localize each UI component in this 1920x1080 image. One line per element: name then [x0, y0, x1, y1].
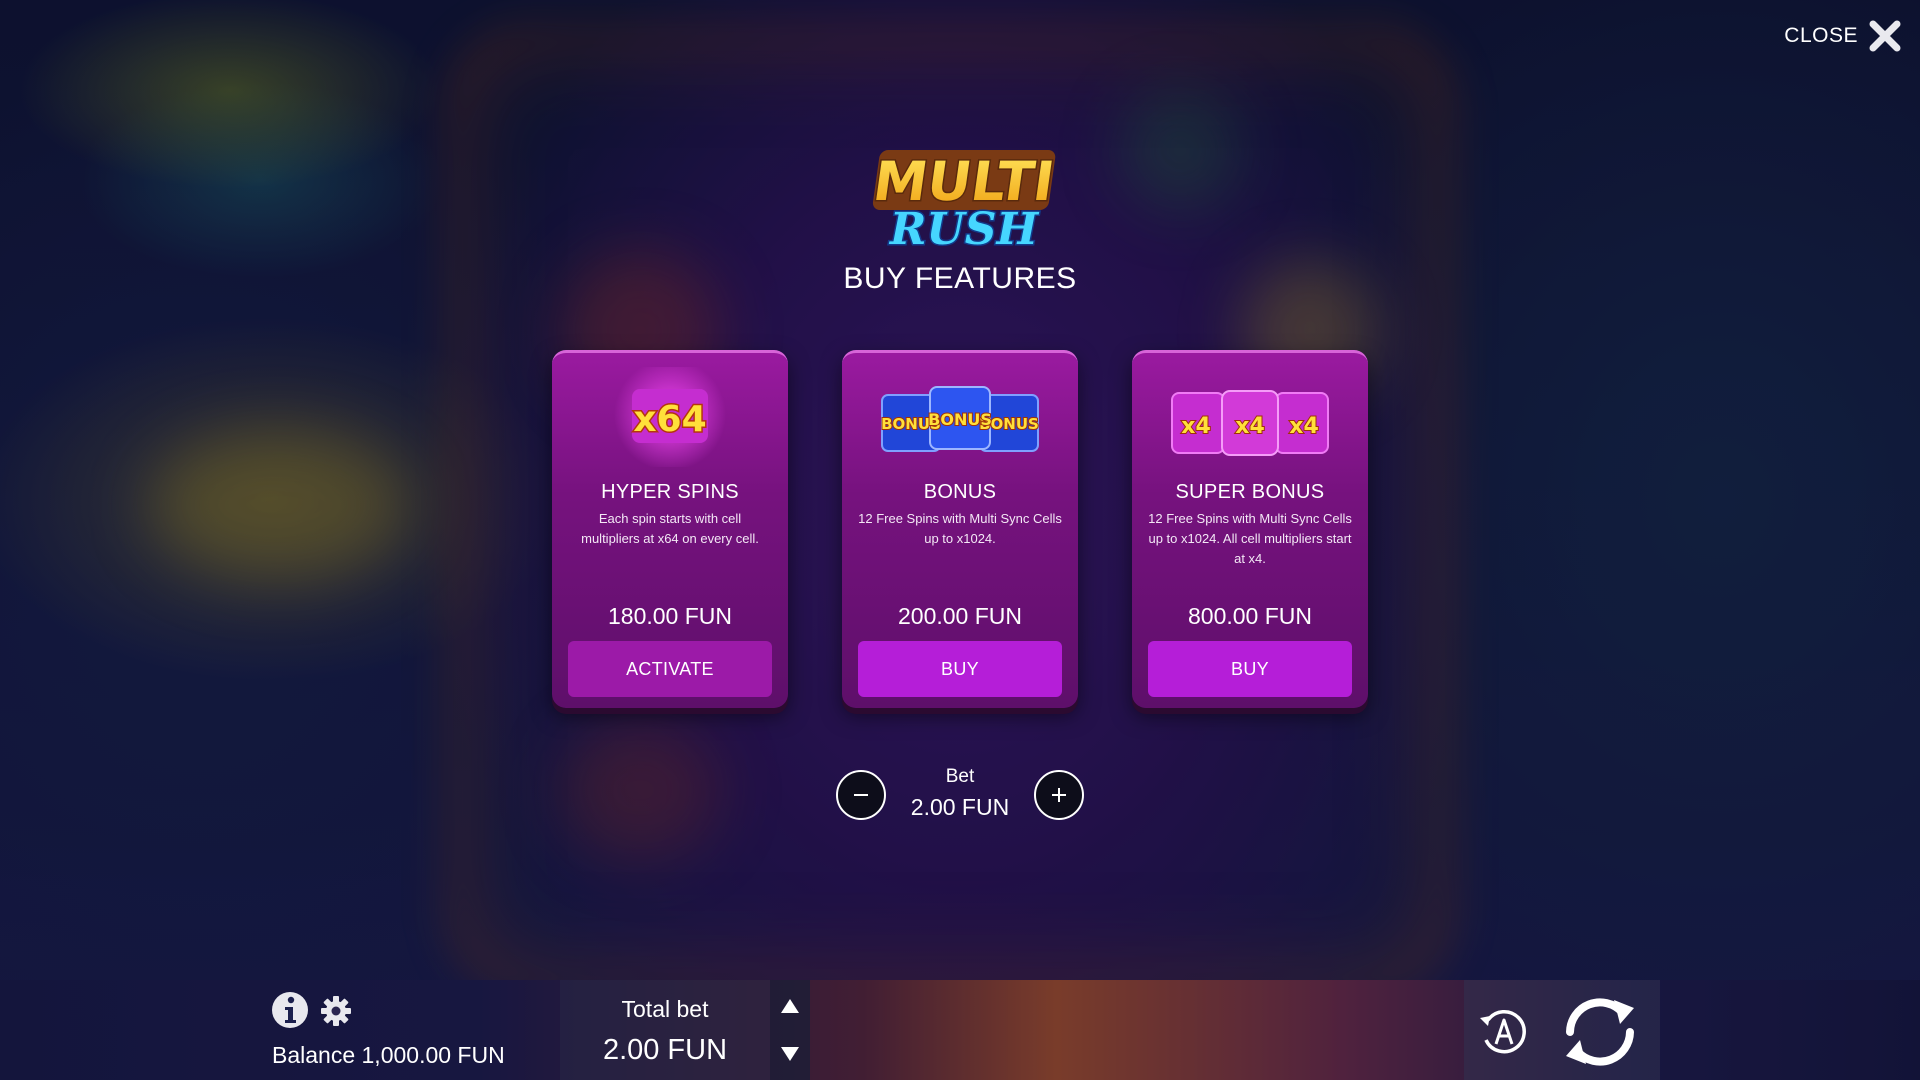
balance-display: Balance 1,000.00 FUN	[272, 1042, 505, 1068]
total-bet-value: 2.00 FUN	[602, 1034, 728, 1066]
total-bet-label: Total bet	[621, 996, 709, 1022]
bet-value: 2.00 FUN	[910, 794, 1010, 820]
feature-price: 180.00 FUN	[607, 603, 732, 629]
close-x-icon	[1869, 20, 1901, 52]
close-button[interactable]: CLOSE	[1784, 18, 1902, 54]
hyper-spins-art: x64	[614, 367, 726, 467]
spin-icon[interactable]	[1556, 988, 1644, 1076]
buy-super-bonus-button[interactable]: BUY	[1148, 641, 1352, 697]
bet-control: Bet 2.00 FUN	[836, 766, 1084, 826]
plus-icon	[1052, 788, 1066, 802]
feature-price: 200.00 FUN	[897, 603, 1022, 629]
total-bet-arrows	[770, 980, 810, 1080]
bonus-art-text: BONUS	[928, 410, 992, 429]
close-label: CLOSE	[1784, 24, 1858, 47]
info-icon[interactable]	[270, 990, 310, 1030]
bet-decrease-button[interactable]	[836, 770, 886, 820]
feature-card-super-bonus: x4 x4 x4 SUPER BONUS 12 Free Spins with …	[1132, 350, 1368, 708]
bonus-art: BONUS BONUS BONUS	[880, 386, 1040, 452]
x4-art-text: x4	[1181, 414, 1211, 439]
game-logo: MULTI RUSH	[868, 149, 1060, 257]
bet-increase-button[interactable]	[1034, 770, 1084, 820]
hyper-spins-art-text: x64	[633, 399, 706, 440]
minus-icon	[854, 794, 868, 796]
feature-card-bonus: BONUS BONUS BONUS BONUS 12 Free Spins wi…	[842, 350, 1078, 708]
feature-description: 12 Free Spins with Multi Sync Cells up t…	[1148, 511, 1352, 566]
x4-art-text: x4	[1235, 414, 1265, 439]
feature-name: BONUS	[923, 481, 997, 503]
logo-line2: RUSH	[888, 204, 1040, 255]
activate-button[interactable]: ACTIVATE	[568, 641, 772, 697]
feature-name: HYPER SPINS	[601, 481, 739, 503]
gear-icon[interactable]	[320, 995, 352, 1027]
arrow-down-icon	[781, 1047, 799, 1061]
feature-price: 800.00 FUN	[1187, 603, 1312, 629]
total-bet-down-button[interactable]	[770, 1030, 810, 1078]
feature-name: SUPER BONUS	[1175, 481, 1325, 503]
feature-description: 12 Free Spins with Multi Sync Cells up t…	[858, 511, 1062, 546]
x4-art-text: x4	[1289, 414, 1319, 439]
page-title: BUY FEATURES	[843, 262, 1077, 295]
feature-cards: x64 HYPER SPINS Each spin starts with ce…	[552, 350, 1368, 710]
autoplay-icon[interactable]	[1474, 1002, 1534, 1062]
total-bet-up-button[interactable]	[770, 982, 810, 1030]
arrow-up-icon	[781, 999, 799, 1013]
super-bonus-art: x4 x4 x4	[1171, 390, 1329, 456]
buy-bonus-button[interactable]: BUY	[858, 641, 1062, 697]
bet-label: Bet	[945, 766, 975, 787]
feature-card-hyper-spins: x64 HYPER SPINS Each spin starts with ce…	[552, 350, 788, 708]
feature-description: Each spin starts with cell multipliers a…	[581, 511, 759, 546]
